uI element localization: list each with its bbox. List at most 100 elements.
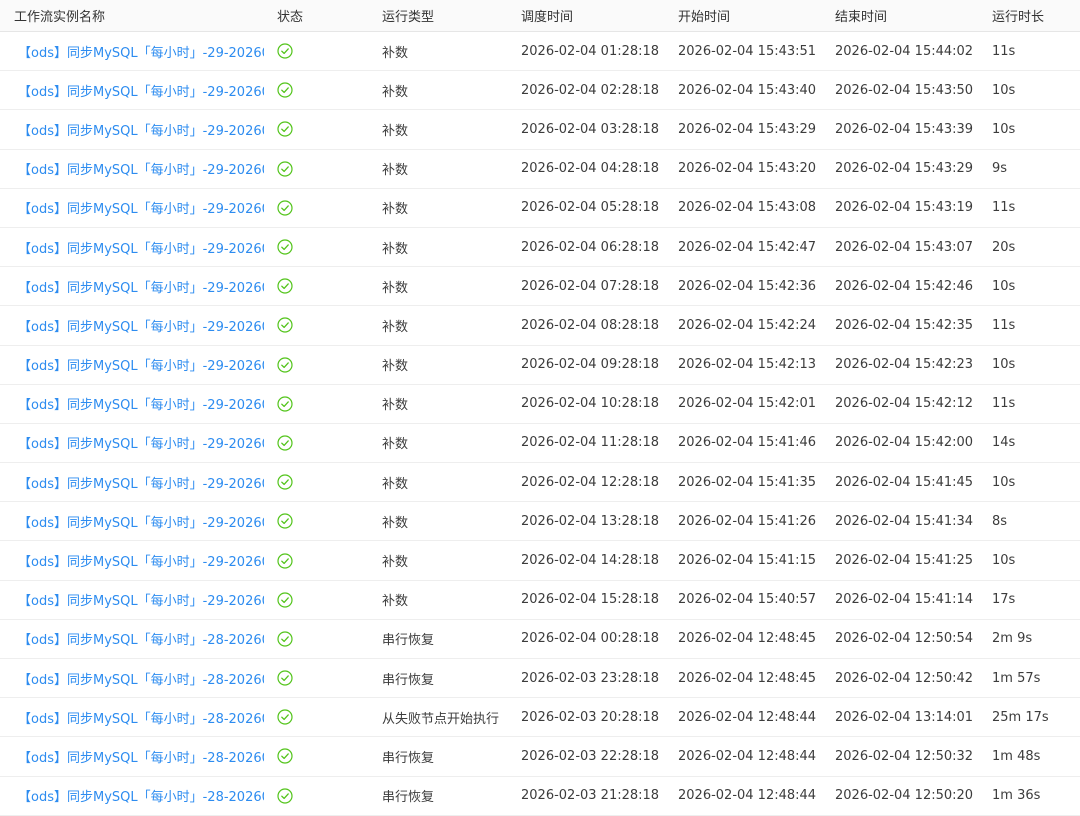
start-time-cell: 2026-02-04 15:41:26: [678, 513, 817, 529]
start-time-cell: 2026-02-04 15:40:57: [678, 592, 817, 608]
workflow-instance-name-link[interactable]: 【ods】同步MySQL「每小时」-29-202602C: [18, 281, 264, 296]
workflow-instance-name-link[interactable]: 【ods】同步MySQL「每小时」-29-202602C: [18, 555, 264, 570]
workflow-instance-name-link[interactable]: 【ods】同步MySQL「每小时」-29-202602C: [18, 594, 264, 609]
check-circle-icon: [277, 82, 293, 98]
check-circle-icon: [277, 709, 293, 725]
status-cell: [264, 239, 368, 255]
workflow-instance-table: 工作流实例名称 状态 运行类型 调度时间 开始时间 结束时间 运行时长 【ods…: [0, 0, 1080, 816]
table-row[interactable]: 【ods】同步MySQL「每小时」-29-202602C 补数 2026-02-…: [0, 346, 1080, 385]
workflow-instance-name-link[interactable]: 【ods】同步MySQL「每小时」-29-202602C: [18, 202, 264, 217]
column-header-end-time[interactable]: 结束时间: [821, 6, 978, 25]
duration-cell: 11s: [992, 43, 1016, 59]
name-cell: 【ods】同步MySQL「每小时」-29-202602C: [0, 159, 264, 178]
check-circle-icon: [277, 474, 293, 490]
table-row[interactable]: 【ods】同步MySQL「每小时」-28-202602C 串行恢复 2026-0…: [0, 777, 1080, 816]
table-row[interactable]: 【ods】同步MySQL「每小时」-29-202602C 补数 2026-02-…: [0, 424, 1080, 464]
table-row[interactable]: 【ods】同步MySQL「每小时」-29-202602C 补数 2026-02-…: [0, 110, 1080, 150]
status-cell: [264, 670, 368, 686]
check-circle-icon: [277, 670, 293, 686]
schedule-time-cell: 2026-02-04 00:28:18: [521, 631, 660, 647]
workflow-instance-name-link[interactable]: 【ods】同步MySQL「每小时」-28-202602C: [18, 673, 264, 688]
duration-cell: 10s: [992, 357, 1016, 373]
name-cell: 【ods】同步MySQL「每小时」-29-202602C: [0, 551, 264, 570]
table-row[interactable]: 【ods】同步MySQL「每小时」-29-202602C 补数 2026-02-…: [0, 71, 1080, 111]
table-row[interactable]: 【ods】同步MySQL「每小时」-29-202602C 补数 2026-02-…: [0, 463, 1080, 503]
run-type-cell: 串行恢复: [382, 633, 435, 649]
status-cell: [264, 709, 368, 725]
end-time-cell: 2026-02-04 15:42:12: [835, 396, 974, 412]
workflow-instance-name-link[interactable]: 【ods】同步MySQL「每小时」-28-202602C: [18, 751, 264, 766]
table-row[interactable]: 【ods】同步MySQL「每小时」-29-202602C 补数 2026-02-…: [0, 32, 1080, 72]
table-row[interactable]: 【ods】同步MySQL「每小时」-29-202602C 补数 2026-02-…: [0, 306, 1080, 346]
table-row[interactable]: 【ods】同步MySQL「每小时」-28-202602C 串行恢复 2026-0…: [0, 620, 1080, 659]
start-time-cell: 2026-02-04 15:43:20: [678, 161, 817, 177]
column-header-schedule-time[interactable]: 调度时间: [507, 6, 664, 25]
duration-cell: 11s: [992, 200, 1016, 216]
schedule-time-cell: 2026-02-04 09:28:18: [521, 357, 660, 373]
name-cell: 【ods】同步MySQL「每小时」-29-202602C: [0, 473, 264, 492]
start-time-cell: 2026-02-04 12:48:44: [678, 748, 817, 764]
table-body: 【ods】同步MySQL「每小时」-29-202602C 补数 2026-02-…: [0, 32, 1080, 816]
schedule-time-cell: 2026-02-04 05:28:18: [521, 200, 660, 216]
table-row[interactable]: 【ods】同步MySQL「每小时」-28-202602C 串行恢复 2026-0…: [0, 737, 1080, 777]
column-header-start-time[interactable]: 开始时间: [664, 6, 821, 25]
workflow-instance-name-link[interactable]: 【ods】同步MySQL「每小时」-29-202602C: [18, 516, 264, 531]
status-cell: [264, 121, 368, 138]
duration-cell: 1m 57s: [992, 670, 1041, 686]
column-header-run-type[interactable]: 运行类型: [368, 6, 507, 25]
schedule-time-cell: 2026-02-04 12:28:18: [521, 474, 660, 490]
workflow-instance-name-link[interactable]: 【ods】同步MySQL「每小时」-29-202602C: [18, 359, 264, 374]
end-time-cell: 2026-02-04 15:41:45: [835, 474, 974, 490]
table-row[interactable]: 【ods】同步MySQL「每小时」-29-202602C 补数 2026-02-…: [0, 581, 1080, 620]
duration-cell: 17s: [992, 592, 1016, 608]
run-type-cell: 补数: [382, 241, 409, 257]
status-cell: [264, 552, 368, 569]
name-cell: 【ods】同步MySQL「每小时」-29-202602C: [0, 277, 264, 296]
workflow-instance-name-link[interactable]: 【ods】同步MySQL「每小时」-29-202602C: [18, 242, 264, 257]
workflow-instance-name-link[interactable]: 【ods】同步MySQL「每小时」-28-202602C: [18, 790, 264, 805]
workflow-instance-name-link[interactable]: 【ods】同步MySQL「每小时」-29-202602C: [18, 163, 264, 178]
check-circle-icon: [277, 239, 293, 255]
workflow-instance-name-link[interactable]: 【ods】同步MySQL「每小时」-29-202602C: [18, 124, 264, 139]
name-cell: 【ods】同步MySQL「每小时」-29-202602C: [0, 433, 264, 452]
check-circle-icon: [277, 200, 293, 216]
table-row[interactable]: 【ods】同步MySQL「每小时」-28-202602C 串行恢复 2026-0…: [0, 659, 1080, 699]
workflow-instance-name-link[interactable]: 【ods】同步MySQL「每小时」-28-202602C: [18, 712, 264, 727]
column-header-duration[interactable]: 运行时长: [978, 6, 1080, 25]
run-type-cell: 补数: [382, 280, 409, 296]
table-row[interactable]: 【ods】同步MySQL「每小时」-28-202602C 从失败节点开始执行 2…: [0, 698, 1080, 738]
table-row[interactable]: 【ods】同步MySQL「每小时」-29-202602C 补数 2026-02-…: [0, 541, 1080, 581]
table-row[interactable]: 【ods】同步MySQL「每小时」-29-202602C 补数 2026-02-…: [0, 189, 1080, 228]
table-row[interactable]: 【ods】同步MySQL「每小时」-29-202602C 补数 2026-02-…: [0, 228, 1080, 268]
check-circle-icon: [277, 748, 293, 765]
workflow-instance-name-link[interactable]: 【ods】同步MySQL「每小时」-29-202602C: [18, 477, 264, 492]
check-circle-icon: [277, 435, 293, 451]
workflow-instance-name-link[interactable]: 【ods】同步MySQL「每小时」-29-202602C: [18, 398, 264, 413]
run-type-cell: 串行恢复: [382, 790, 435, 806]
schedule-time-cell: 2026-02-04 06:28:18: [521, 239, 660, 255]
table-row[interactable]: 【ods】同步MySQL「每小时」-29-202602C 补数 2026-02-…: [0, 267, 1080, 307]
column-header-name[interactable]: 工作流实例名称: [0, 6, 264, 25]
schedule-time-cell: 2026-02-04 14:28:18: [521, 553, 660, 569]
table-row[interactable]: 【ods】同步MySQL「每小时」-29-202602C 补数 2026-02-…: [0, 150, 1080, 189]
check-circle-icon: [277, 631, 293, 647]
workflow-instance-name-link[interactable]: 【ods】同步MySQL「每小时」-29-202602C: [18, 437, 264, 452]
start-time-cell: 2026-02-04 12:48:44: [678, 709, 817, 725]
schedule-time-cell: 2026-02-03 20:28:18: [521, 709, 660, 725]
duration-cell: 8s: [992, 513, 1008, 529]
end-time-cell: 2026-02-04 15:42:35: [835, 317, 974, 333]
run-type-cell: 补数: [382, 202, 409, 218]
workflow-instance-name-link[interactable]: 【ods】同步MySQL「每小时」-29-202602C: [18, 85, 264, 100]
start-time-cell: 2026-02-04 15:43:40: [678, 82, 817, 98]
workflow-instance-name-link[interactable]: 【ods】同步MySQL「每小时」-29-202602C: [18, 46, 264, 61]
workflow-instance-name-link[interactable]: 【ods】同步MySQL「每小时」-29-202602C: [18, 320, 264, 335]
run-type-cell: 补数: [382, 45, 409, 61]
name-cell: 【ods】同步MySQL「每小时」-29-202602C: [0, 120, 264, 139]
table-row[interactable]: 【ods】同步MySQL「每小时」-29-202602C 补数 2026-02-…: [0, 385, 1080, 424]
workflow-instance-name-link[interactable]: 【ods】同步MySQL「每小时」-28-202602C: [18, 633, 264, 648]
name-cell: 【ods】同步MySQL「每小时」-29-202602C: [0, 512, 264, 531]
end-time-cell: 2026-02-04 15:43:07: [835, 239, 974, 255]
table-row[interactable]: 【ods】同步MySQL「每小时」-29-202602C 补数 2026-02-…: [0, 502, 1080, 542]
column-header-status[interactable]: 状态: [264, 6, 368, 25]
run-type-cell: 补数: [382, 515, 409, 531]
